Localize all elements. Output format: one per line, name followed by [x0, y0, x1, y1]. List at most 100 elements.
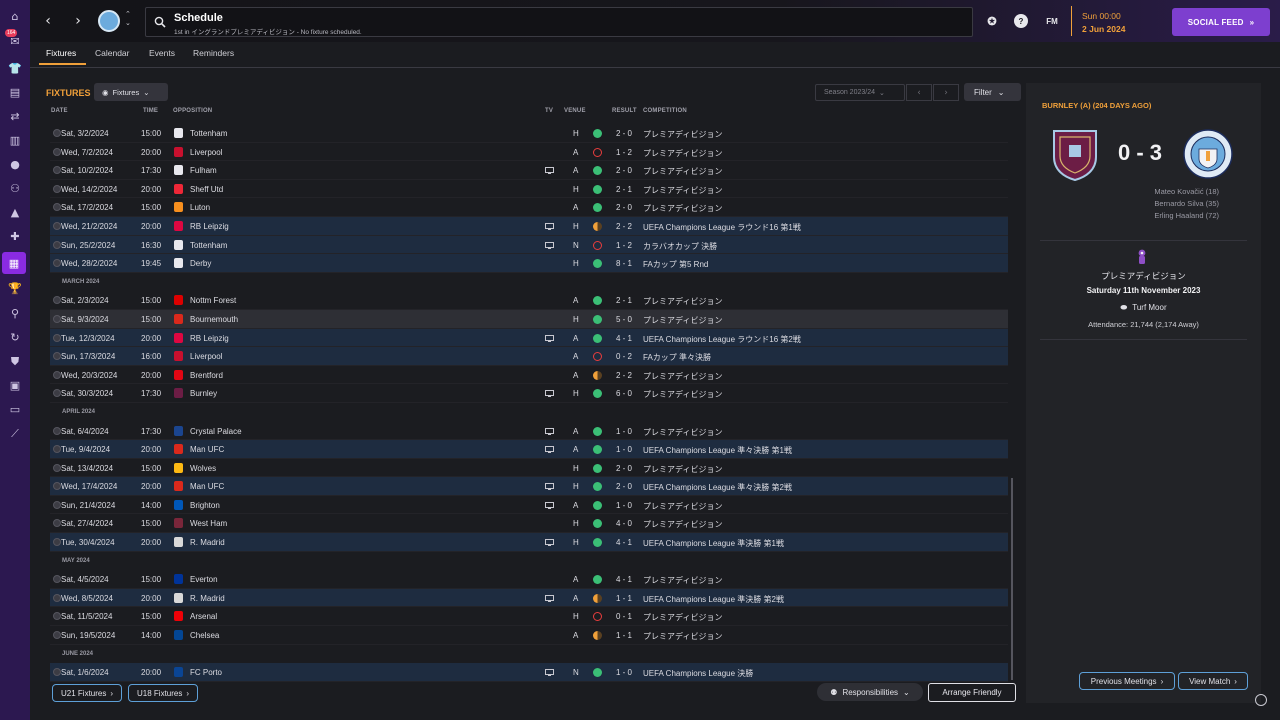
fixture-score[interactable]: 4 - 1	[616, 538, 632, 547]
fixture-competition[interactable]: プレミアディビジョン	[643, 612, 722, 623]
previous-meetings-button[interactable]: Previous Meetings ›	[1079, 672, 1175, 690]
fixture-competition[interactable]: UEFA Champions League ラウンド16 第1戦	[643, 222, 801, 233]
fixture-score[interactable]: 1 - 0	[616, 501, 632, 510]
home-icon[interactable]: ⌂	[7, 8, 23, 24]
fixture-score[interactable]: 2 - 2	[616, 371, 632, 380]
finances-icon[interactable]: ▣	[7, 377, 23, 393]
fixture-score[interactable]: 1 - 1	[616, 631, 632, 640]
fixture-competition[interactable]: プレミアディビジョン	[643, 575, 722, 586]
fixture-competition[interactable]: UEFA Champions League ラウンド16 第2戦	[643, 334, 801, 345]
fixture-score[interactable]: 4 - 1	[616, 334, 632, 343]
fixture-row[interactable]: Sat, 30/3/2024 17:30 Burnley H 6 - 0 プレミアディビジ…	[50, 384, 1008, 403]
help-icon[interactable]: ?	[1014, 14, 1028, 28]
row-checkbox[interactable]	[53, 463, 61, 472]
fixture-row[interactable]: Sat, 27/4/2024 15:00 West Ham H 4 - 0 プレミアディビ…	[50, 514, 1008, 534]
fixture-score[interactable]: 2 - 1	[616, 185, 632, 194]
fixture-score[interactable]: 1 - 1	[616, 594, 632, 603]
fixture-row[interactable]: Sat, 10/2/2024 17:30 Fulham A 2 - 0 プレミアディビジョ…	[50, 161, 1008, 180]
fixture-competition[interactable]: UEFA Champions League 準々決勝 第2戦	[643, 482, 792, 493]
u21-fixtures-button[interactable]: U21 Fixtures ›	[52, 684, 123, 702]
fixture-row[interactable]: Sat, 2/3/2024 15:00 Nottm Forest A 2 - 1 プレミア…	[50, 291, 1008, 310]
col-opposition[interactable]: OPPOSITION	[173, 108, 212, 114]
fixture-score[interactable]: 2 - 0	[616, 129, 632, 138]
fixture-score[interactable]: 2 - 0	[616, 166, 632, 175]
row-checkbox[interactable]	[53, 500, 61, 509]
col-date[interactable]: DATE	[51, 108, 68, 114]
fixture-row[interactable]: Wed, 14/2/2024 20:00 Sheff Utd H 2 - 1 プレミアディ…	[50, 180, 1008, 199]
responsibilities-button[interactable]: ⚉ Responsibilities ⌄	[817, 683, 923, 701]
fixture-opponent[interactable]: Arsenal	[190, 612, 217, 621]
fixture-row[interactable]: Wed, 28/2/2024 19:45 Derby H 8 - 1 FAカップ 第5 R…	[50, 254, 1008, 273]
fixture-opponent[interactable]: Chelsea	[190, 631, 219, 640]
col-competition[interactable]: COMPETITION	[643, 108, 687, 114]
refresh-icon[interactable]: ↻	[7, 329, 23, 345]
settings-corner-icon[interactable]	[1255, 694, 1267, 706]
competitions-icon[interactable]: 🏆	[7, 280, 23, 296]
col-tv[interactable]: TV	[545, 108, 553, 114]
fixture-opponent[interactable]: FC Porto	[190, 668, 222, 677]
tab-fixtures[interactable]: Fixtures	[46, 48, 76, 58]
fixture-score[interactable]: 0 - 2	[616, 352, 632, 361]
row-checkbox[interactable]	[53, 129, 61, 137]
fixture-opponent[interactable]: Tottenham	[190, 241, 227, 250]
fixture-score[interactable]: 2 - 1	[616, 296, 632, 305]
row-checkbox[interactable]	[53, 314, 61, 323]
club-badge-icon[interactable]	[98, 10, 120, 32]
fixture-row[interactable]: Sun, 21/4/2024 14:00 Brighton A 1 - 0 プレミアディビ…	[50, 496, 1008, 515]
row-checkbox[interactable]	[53, 482, 61, 491]
fixture-competition[interactable]: UEFA Champions League 準決勝 第1戦	[643, 538, 784, 549]
fixture-competition[interactable]: プレミアディビジョン	[643, 464, 722, 475]
fixture-opponent[interactable]: Derby	[190, 259, 211, 268]
fixture-opponent[interactable]: Sheff Utd	[190, 185, 223, 194]
match-competition[interactable]: プレミアディビジョン	[1026, 270, 1261, 282]
row-checkbox[interactable]	[53, 519, 61, 528]
row-checkbox[interactable]	[53, 221, 61, 230]
row-checkbox[interactable]	[53, 259, 61, 268]
fixture-competition[interactable]: プレミアディビジョン	[643, 631, 722, 642]
man-city-crest-icon[interactable]	[1183, 129, 1233, 179]
fixture-row[interactable]: Wed, 7/2/2024 20:00 Liverpool A 1 - 2 プレミアディビ…	[50, 143, 1008, 162]
fixture-opponent[interactable]: Liverpool	[190, 148, 222, 157]
fixture-competition[interactable]: プレミアディビジョン	[643, 371, 722, 382]
game-date[interactable]: Sun 00:00 2 Jun 2024	[1071, 6, 1125, 36]
fixture-competition[interactable]: カラバオカップ 決勝	[643, 241, 717, 252]
fixture-opponent[interactable]: Man UFC	[190, 445, 224, 454]
row-checkbox[interactable]	[53, 333, 61, 342]
row-checkbox[interactable]	[53, 296, 61, 305]
col-time[interactable]: TIME	[143, 108, 158, 114]
row-checkbox[interactable]	[53, 631, 61, 640]
fixture-opponent[interactable]: Nottm Forest	[190, 296, 236, 305]
training-icon[interactable]: ●	[7, 156, 23, 172]
tactics-icon[interactable]: ▤	[7, 84, 23, 100]
row-checkbox[interactable]	[53, 389, 61, 398]
fixture-opponent[interactable]: Everton	[190, 575, 218, 584]
row-checkbox[interactable]	[53, 575, 61, 584]
search-icon[interactable]: ⚲	[7, 305, 23, 321]
row-checkbox[interactable]	[53, 203, 61, 212]
fixture-competition[interactable]: プレミアディビジョン	[643, 501, 722, 512]
fm-menu-icon[interactable]: FM	[1041, 14, 1063, 28]
fixture-row[interactable]: Sat, 13/4/2024 15:00 Wolves H 2 - 0 プレミアディビジョ…	[50, 459, 1008, 478]
fixture-score[interactable]: 1 - 2	[616, 241, 632, 250]
col-result[interactable]: RESULT	[612, 108, 637, 114]
filter-button[interactable]: Filter ⌄	[964, 83, 1021, 101]
fixture-competition[interactable]: プレミアディビジョン	[643, 203, 722, 214]
fixture-row[interactable]: Sat, 3/2/2024 15:00 Tottenham H 2 - 0 プレミアディビ…	[50, 124, 1008, 143]
social-feed-button[interactable]: SOCIAL FEED »	[1172, 8, 1270, 36]
fixture-opponent[interactable]: Brentford	[190, 371, 223, 380]
fixture-score[interactable]: 2 - 0	[616, 482, 632, 491]
fixture-opponent[interactable]: Bournemouth	[190, 315, 238, 324]
fixture-opponent[interactable]: RB Leipzig	[190, 334, 229, 343]
fixture-row[interactable]: Sat, 11/5/2024 15:00 Arsenal H 0 - 1 プレミアディビジ…	[50, 607, 1008, 627]
fixture-opponent[interactable]: Tottenham	[190, 129, 227, 138]
back-arrow-icon[interactable]: ‹	[39, 12, 57, 30]
row-checkbox[interactable]	[53, 445, 61, 454]
fixture-competition[interactable]: プレミアディビジョン	[643, 519, 722, 530]
fixture-competition[interactable]: UEFA Champions League 準決勝 第2戦	[643, 594, 784, 605]
fixture-score[interactable]: 1 - 2	[616, 148, 632, 157]
fixture-opponent[interactable]: Burnley	[190, 389, 217, 398]
prev-page-button[interactable]: ‹	[906, 84, 932, 101]
tab-calendar[interactable]: Calendar	[95, 48, 130, 58]
tab-reminders[interactable]: Reminders	[193, 48, 234, 58]
row-checkbox[interactable]	[53, 668, 61, 677]
